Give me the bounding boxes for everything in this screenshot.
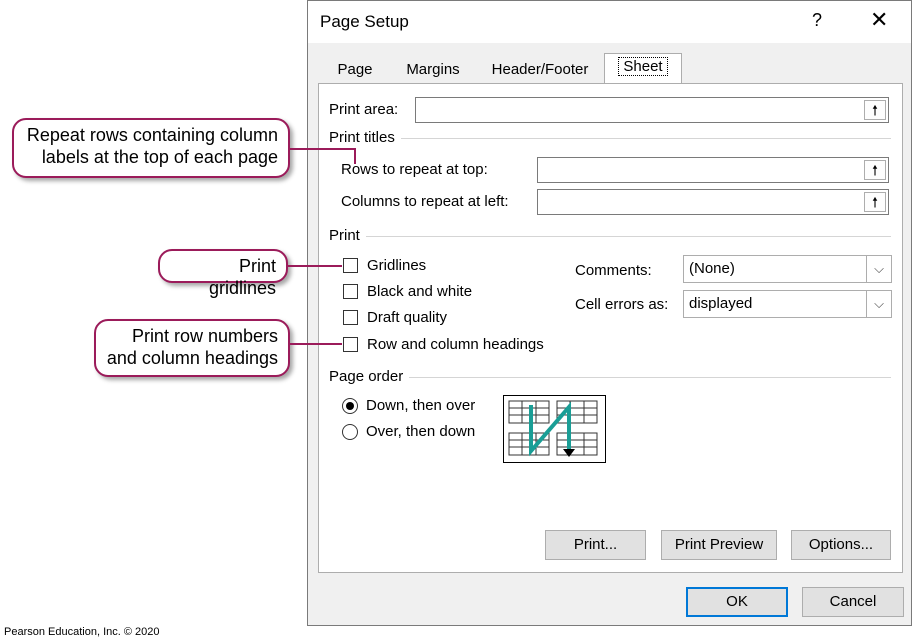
cols-repeat-input[interactable]: 🠕 xyxy=(537,189,889,215)
over-then-down-radio[interactable] xyxy=(342,424,358,440)
draft-quality-checkbox[interactable] xyxy=(343,310,358,325)
cols-repeat-label: Columns to repeat at left: xyxy=(341,193,509,210)
gridlines-label: Gridlines xyxy=(367,257,427,274)
print-area-label: Print area: xyxy=(329,101,399,118)
print-titles-separator xyxy=(329,138,891,139)
black-white-label: Black and white xyxy=(367,283,473,300)
title-bar: Page Setup ? ✕ xyxy=(308,1,911,43)
dialog-title: Page Setup xyxy=(320,12,409,31)
cancel-button[interactable]: Cancel xyxy=(802,587,904,617)
print-titles-group: Print titles xyxy=(329,129,401,146)
page-order-group: Page order xyxy=(329,368,410,385)
callout-connector xyxy=(290,148,354,150)
copyright-credit: Pearson Education, Inc. © 2020 xyxy=(4,626,160,638)
rows-repeat-input[interactable]: 🠕 xyxy=(537,157,889,183)
comments-select[interactable]: (None) ⌵ xyxy=(683,255,892,283)
over-then-down-label: Over, then down xyxy=(366,423,476,440)
draft-quality-label: Draft quality xyxy=(367,309,448,326)
ok-button[interactable]: OK xyxy=(686,587,788,617)
print-button[interactable]: Print... xyxy=(545,530,646,560)
row-col-headings-checkbox[interactable] xyxy=(343,337,358,352)
black-white-checkbox[interactable] xyxy=(343,284,358,299)
close-icon[interactable]: ✕ xyxy=(870,7,888,33)
tab-margins[interactable]: Margins xyxy=(398,57,468,83)
cell-errors-label: Cell errors as: xyxy=(575,296,669,313)
row-col-headings-label: Row and column headings xyxy=(367,336,544,353)
print-area-input[interactable]: 🠕 xyxy=(415,97,889,123)
tab-sheet-label: Sheet xyxy=(618,57,668,76)
chevron-down-icon[interactable]: ⌵ xyxy=(866,256,891,282)
gridlines-checkbox[interactable] xyxy=(343,258,358,273)
help-button[interactable]: ? xyxy=(812,10,822,31)
page-order-preview-icon xyxy=(503,395,606,463)
callout-repeat-rows: Repeat rows containing column labels at … xyxy=(12,118,290,178)
comments-value: (None) xyxy=(689,260,735,277)
chevron-down-icon[interactable]: ⌵ xyxy=(866,291,891,317)
collapse-dialog-icon[interactable]: 🠕 xyxy=(864,100,886,120)
tab-sheet[interactable]: Sheet xyxy=(604,53,682,84)
callout-connector xyxy=(288,265,342,267)
cell-errors-select[interactable]: displayed ⌵ xyxy=(683,290,892,318)
down-then-over-label: Down, then over xyxy=(366,397,476,414)
print-group: Print xyxy=(329,227,366,244)
sheet-panel: Print area: 🠕 Print titles Rows to repea… xyxy=(318,83,903,573)
callout-connector xyxy=(354,148,356,164)
tab-header-footer[interactable]: Header/Footer xyxy=(482,57,598,83)
collapse-dialog-icon[interactable]: 🠕 xyxy=(864,192,886,212)
comments-label: Comments: xyxy=(575,262,652,279)
collapse-dialog-icon[interactable]: 🠕 xyxy=(864,160,886,180)
tab-page[interactable]: Page xyxy=(326,57,384,83)
callout-gridlines: Print gridlines xyxy=(158,249,288,298)
cell-errors-value: displayed xyxy=(689,295,753,312)
down-then-over-radio[interactable] xyxy=(342,398,358,414)
page-order-separator xyxy=(329,377,891,378)
rows-repeat-label: Rows to repeat at top: xyxy=(341,161,488,178)
print-separator xyxy=(329,236,891,237)
page-setup-dialog: Page Setup ? ✕ Page Margins Header/Foote… xyxy=(307,0,912,626)
print-preview-button[interactable]: Print Preview xyxy=(661,530,777,560)
options-button[interactable]: Options... xyxy=(791,530,891,560)
callout-connector xyxy=(290,343,342,345)
callout-row-numbers: Print row numbers and column headings xyxy=(94,319,290,377)
